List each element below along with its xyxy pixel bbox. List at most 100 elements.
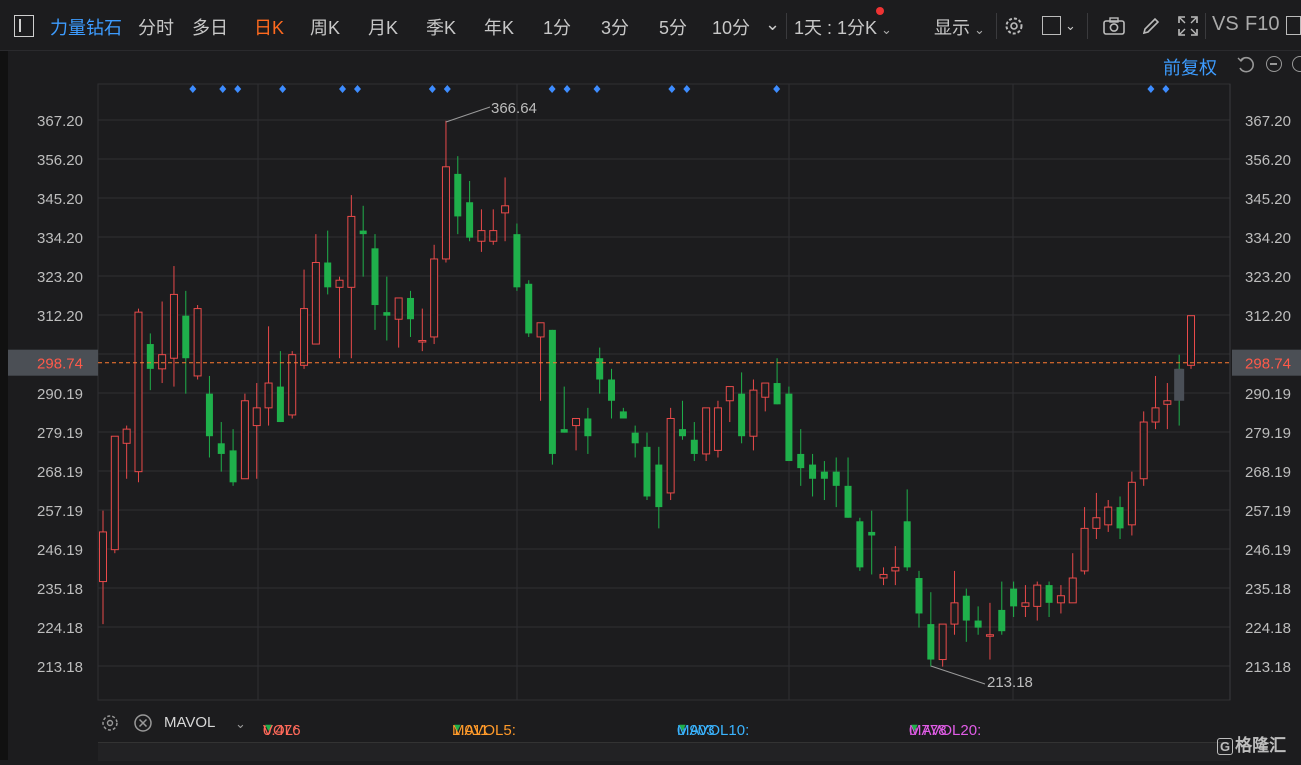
expand-icon[interactable]: [1177, 15, 1199, 37]
chevron-down-icon[interactable]: ⌄: [235, 716, 246, 732]
current-price-label-right: 298.74: [1245, 356, 1291, 373]
candle-body-down: [406, 297, 414, 320]
candle-body-down: [832, 471, 840, 486]
tab-5min[interactable]: 5分: [659, 14, 687, 40]
candlestick-chart-svg[interactable]: 367.20 367.20 356.20 356.20 345.20 345.20 334.…: [0, 50, 1301, 760]
candle-body-down: [678, 429, 686, 437]
candle-body-up: [110, 435, 119, 551]
candle-body-up: [1092, 517, 1101, 529]
y-axis-tick-label-right: 246.19: [1245, 542, 1291, 559]
compare-vs-button[interactable]: VS: [1212, 13, 1239, 36]
notification-dot: [876, 7, 884, 15]
tab-daily-k[interactable]: 日K: [254, 14, 284, 40]
tab-yearly-k[interactable]: 年K: [484, 14, 514, 40]
low-annotation-label: 213.18: [987, 674, 1033, 691]
y-axis-tick-label-right: 290.19: [1245, 386, 1291, 403]
pencil-icon[interactable]: [1140, 15, 1162, 37]
candle-body-down: [324, 262, 332, 288]
candle-body-up: [1021, 602, 1030, 607]
candle-body-up: [477, 230, 486, 242]
candle-body-down: [738, 393, 746, 437]
candle-body-down: [856, 521, 864, 568]
down-arrow-icon: ▼: [263, 722, 274, 734]
candle-body-up: [1104, 506, 1113, 526]
high-annotation-label: 366.64: [491, 100, 537, 117]
y-axis-tick-label-right: 334.20: [1245, 230, 1291, 247]
candle-body-up: [1139, 421, 1148, 480]
candle-body-up: [122, 428, 131, 444]
y-axis-tick-label-right: 224.18: [1245, 620, 1291, 637]
y-axis-tick-label-left: 257.19: [37, 503, 83, 520]
y-axis-tick-label-right: 312.20: [1245, 308, 1291, 325]
f10-button[interactable]: F10: [1245, 13, 1279, 36]
candle-body-down: [690, 439, 698, 454]
candle-body-down: [974, 620, 982, 628]
kline-chart[interactable]: 367.20 367.20 356.20 356.20 345.20 345.20 334.…: [0, 50, 1301, 760]
candle-body-down: [359, 230, 367, 235]
candle-body-down: [182, 315, 190, 359]
tab-multi-day[interactable]: 多日: [192, 14, 228, 40]
toolbar: 力量钻石 分时 多日 日K 周K 月K 季K 年K 1分 3分 5分 10分 ⌄…: [0, 0, 1301, 51]
camera-icon[interactable]: [1102, 15, 1126, 37]
indicator-select[interactable]: MAVOL: [164, 714, 215, 731]
candle-body-down: [466, 202, 474, 238]
chevron-down-icon[interactable]: ⌄: [1065, 18, 1076, 34]
y-axis-tick-label-right: 235.18: [1245, 581, 1291, 598]
y-axis-tick-label-right: 257.19: [1245, 503, 1291, 520]
candle-body-down: [844, 485, 852, 518]
tab-weekly-k[interactable]: 周K: [310, 14, 340, 40]
brand-logo: G 格隆汇: [1217, 731, 1286, 756]
y-axis-tick-label-right: 279.19: [1245, 425, 1291, 442]
close-indicator-icon[interactable]: [133, 713, 153, 733]
display-dropdown[interactable]: 显示 ⌄: [934, 14, 985, 40]
y-axis-tick-label-right: 323.20: [1245, 269, 1291, 286]
settings-gear-icon[interactable]: [1003, 15, 1025, 37]
chevron-down-icon: ⌄: [881, 22, 892, 37]
candle-body-down: [584, 418, 592, 437]
candle-body-down: [643, 446, 651, 497]
candle-body-up: [536, 322, 545, 338]
candle-body-down: [217, 443, 225, 454]
y-axis-tick-label-left: 334.20: [37, 230, 83, 247]
y-axis-tick-label-right: 367.20: [1245, 113, 1291, 130]
tab-monthly-k[interactable]: 月K: [368, 14, 398, 40]
candle-body-down: [525, 283, 533, 334]
candle-body-up: [725, 386, 734, 402]
tab-1min[interactable]: 1分: [543, 14, 571, 40]
candle-body-up: [985, 634, 994, 637]
candle-body-up: [938, 623, 947, 661]
candle-body-up: [489, 230, 498, 242]
candle-body-up: [501, 205, 510, 214]
brand-logo-icon: G: [1217, 738, 1234, 755]
divider: [1087, 13, 1088, 39]
candle-body-down: [962, 595, 970, 621]
tab-quarterly-k[interactable]: 季K: [426, 14, 456, 40]
candle-body-down: [371, 248, 379, 306]
candle-body-down: [797, 453, 805, 469]
candle-body-down: [229, 450, 237, 483]
period-select[interactable]: 1天 : 1分K ⌄: [794, 14, 892, 40]
candle-body-down: [773, 383, 781, 405]
candle-body-up: [193, 308, 202, 377]
candle-body-up: [335, 279, 344, 288]
volume-panel: [98, 742, 1230, 761]
candle-body-up: [288, 354, 297, 416]
chevron-down-icon: ⌄: [974, 22, 985, 37]
square-icon[interactable]: [1042, 16, 1061, 35]
candle-body-up: [394, 297, 403, 320]
layout-toggle-icon[interactable]: [14, 15, 34, 37]
y-axis-tick-label-left: 367.20: [37, 113, 83, 130]
candle-body-down: [903, 521, 911, 568]
indicator-settings-icon[interactable]: [100, 713, 120, 733]
y-axis-tick-label-left: 224.18: [37, 620, 83, 637]
candle-body-down: [998, 609, 1006, 632]
candle-body-up: [1068, 577, 1077, 604]
y-axis-tick-label-left: 323.20: [37, 269, 83, 286]
tab-3min[interactable]: 3分: [601, 14, 629, 40]
window-icon[interactable]: [1286, 16, 1301, 35]
chevron-down-icon[interactable]: ⌄: [765, 14, 780, 35]
tab-intraday[interactable]: 分时: [138, 14, 174, 40]
tab-stock-name[interactable]: 力量钻石: [50, 14, 122, 40]
tab-10min[interactable]: 10分: [712, 14, 750, 40]
candle-body-up: [1187, 315, 1195, 366]
